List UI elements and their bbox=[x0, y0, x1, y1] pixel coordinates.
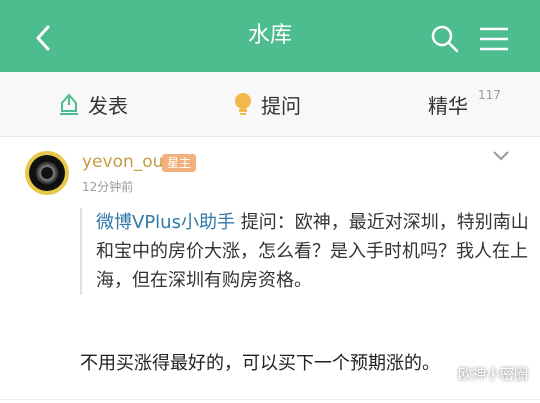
tab-bar: 发表 提问 精华 117 bbox=[0, 72, 540, 137]
username[interactable]: yevon_ou bbox=[82, 152, 163, 172]
wechat-icon bbox=[430, 366, 451, 382]
tab-best[interactable]: 精华 117 bbox=[428, 88, 501, 118]
question-prefix: 提问： bbox=[234, 212, 295, 233]
tab-ask[interactable]: 提问 bbox=[233, 90, 301, 118]
best-count: 117 bbox=[478, 88, 501, 102]
owner-badge: 星主 bbox=[162, 154, 197, 172]
watermark-text: 欧神小密圈 bbox=[458, 367, 528, 383]
top-bar: 水库 bbox=[0, 0, 540, 72]
search-icon[interactable] bbox=[430, 24, 460, 54]
tab-best-label: 精华 bbox=[428, 93, 468, 118]
question-quote: 微博VPlus小助手 提问：欧神，最近对深圳，特别南山和宝中的房价大涨，怎么看？… bbox=[80, 208, 536, 295]
avatar[interactable] bbox=[24, 150, 70, 196]
divider bbox=[0, 399, 540, 400]
lightbulb-icon bbox=[235, 93, 251, 115]
watermark: 欧神小密圈 bbox=[430, 364, 528, 384]
tab-ask-label: 提问 bbox=[261, 93, 301, 118]
pen-icon bbox=[60, 93, 78, 115]
post-time: 12分钟前 bbox=[82, 180, 134, 194]
chevron-down-icon[interactable] bbox=[492, 150, 510, 162]
tab-post[interactable]: 发表 bbox=[58, 90, 128, 118]
tab-post-label: 发表 bbox=[88, 93, 128, 118]
menu-icon[interactable] bbox=[478, 26, 510, 52]
question-asker[interactable]: 微博VPlus小助手 bbox=[96, 212, 235, 233]
